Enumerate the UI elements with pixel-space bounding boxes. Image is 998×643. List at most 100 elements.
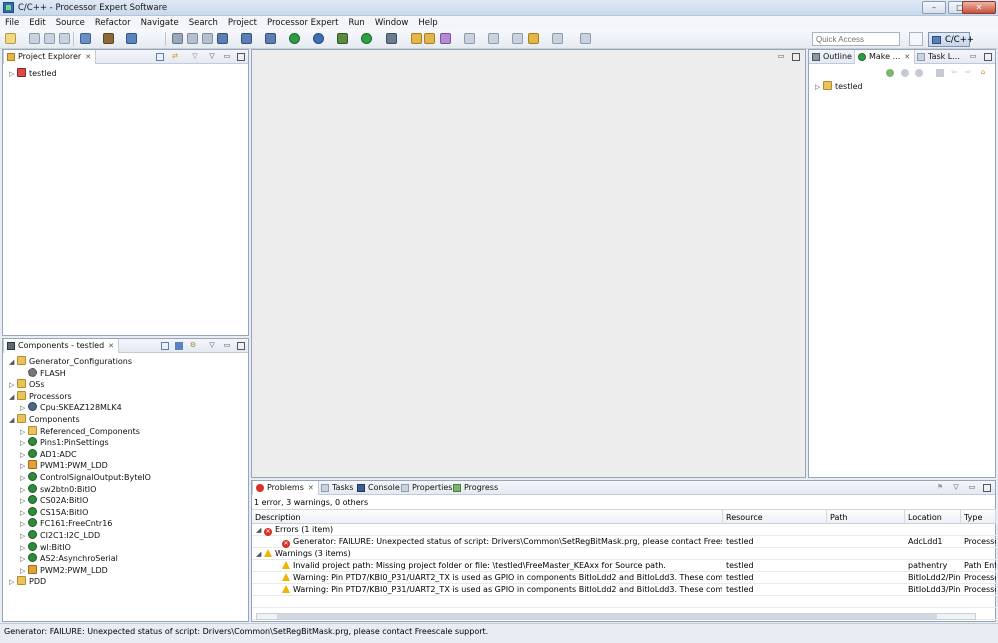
twisty-icon[interactable]: ◢ (9, 358, 17, 366)
save-all-icon[interactable] (44, 33, 55, 44)
new-target-icon[interactable] (886, 69, 894, 77)
tree-item[interactable]: ◢ Generator_Configurations (9, 356, 132, 368)
tab-problems[interactable]: Problems ✕ (252, 481, 319, 495)
filter-icon[interactable]: ▽ (191, 53, 199, 61)
nav-back-icon[interactable]: ⇦ (950, 69, 958, 77)
scrollbar-thumb[interactable] (277, 614, 937, 619)
run-icon[interactable] (361, 33, 372, 44)
menu-run[interactable]: Run (344, 16, 370, 28)
twisty-icon[interactable]: ▷ (20, 451, 28, 459)
delete-target-icon[interactable] (936, 69, 944, 77)
tree-item[interactable]: ▷ CS02A:BitIO (20, 495, 88, 507)
problem-group-row[interactable]: ◢ Warnings (3 items) (252, 548, 996, 560)
problem-group-row[interactable]: ◢ ✕ Errors (1 item) (252, 524, 996, 536)
problem-row[interactable]: Warning: Pin PTD7/KBI0_P31/UART2_TX is u… (252, 572, 996, 584)
tab-make-targets[interactable]: Make ... ✕ (854, 50, 916, 64)
new-icon[interactable] (5, 33, 16, 44)
column-type[interactable]: Type (961, 510, 996, 524)
skip-breakpoints-icon[interactable] (172, 33, 183, 44)
menu-navigate[interactable]: Navigate (136, 16, 184, 28)
column-location[interactable]: Location (905, 510, 961, 524)
view-menu-icon[interactable]: ▽ (208, 342, 216, 350)
tree-item[interactable]: ▷ ControlSignalOutput:ByteIO (20, 472, 151, 484)
maximize-view-icon[interactable] (237, 53, 245, 61)
expand-icon[interactable]: ▷ (815, 83, 823, 91)
twisty-icon[interactable]: ▷ (9, 578, 17, 586)
quick-access-input[interactable] (812, 32, 900, 46)
tree-item[interactable]: ▷ Referenced_Components (20, 425, 140, 438)
tree-item[interactable]: ▷ AS2:AsynchroSerial (20, 553, 118, 565)
twisty-icon[interactable]: ▷ (20, 532, 28, 540)
minimize-view-icon[interactable]: ▭ (968, 484, 976, 492)
twisty-icon[interactable]: ▷ (20, 509, 28, 517)
tree-item[interactable]: ▷ FC161:FreeCntr16 (20, 518, 112, 530)
twisty-icon[interactable]: ▷ (20, 474, 28, 482)
minimize-button[interactable]: – (922, 1, 946, 14)
tab-properties[interactable]: Properties (398, 481, 456, 495)
filter-icon[interactable]: ⚑ (936, 484, 944, 492)
view-menu-icon[interactable]: ▽ (208, 53, 216, 61)
tree-item[interactable]: ▷ OSs (9, 379, 45, 391)
search-icon[interactable] (289, 33, 300, 44)
minimize-view-icon[interactable]: ▭ (223, 53, 231, 61)
tab-progress[interactable]: Progress (450, 481, 502, 495)
menu-search[interactable]: Search (184, 16, 223, 28)
last-edit-icon[interactable] (512, 33, 523, 44)
tree-item[interactable]: ▷ testled (9, 68, 57, 80)
menu-project[interactable]: Project (223, 16, 262, 28)
close-icon[interactable]: ✕ (308, 484, 314, 492)
tree-item[interactable]: ▷ testled (815, 81, 863, 93)
perspective-button[interactable]: C/C++ (928, 32, 974, 47)
open-project-icon[interactable] (424, 33, 435, 44)
build-icon[interactable] (103, 33, 114, 44)
tab-console[interactable]: Console (354, 481, 404, 495)
tree-item[interactable]: ▷ sw2btn0:BitIO (20, 483, 96, 496)
print-icon[interactable] (59, 33, 70, 44)
tab-tasks[interactable]: Tasks (318, 481, 357, 495)
collapse-icon[interactable]: ◢ (256, 550, 264, 558)
collapse-all-icon[interactable] (161, 342, 169, 350)
open-folder-icon[interactable] (411, 33, 422, 44)
tree-item[interactable]: ▷ PWM1:PWM_LDD (20, 460, 108, 472)
hierarchy-icon[interactable] (202, 33, 213, 44)
tab-outline[interactable]: Outline (809, 50, 856, 64)
close-icon[interactable]: ✕ (904, 53, 910, 61)
minimize-editor-icon[interactable]: ▭ (777, 53, 785, 61)
twisty-icon[interactable]: ▷ (20, 462, 28, 470)
menu-help[interactable]: Help (413, 16, 442, 28)
twisty-icon[interactable]: ▷ (20, 544, 28, 552)
open-perspective-icon[interactable] (909, 32, 923, 46)
forward-icon[interactable] (552, 33, 563, 44)
expand-icon[interactable]: ▷ (9, 70, 17, 78)
external-tools-icon[interactable] (386, 33, 397, 44)
tree-item[interactable]: ▷ CI2C1:I2C_LDD (20, 530, 100, 542)
menu-processor-expert[interactable]: Processor Expert (262, 16, 344, 28)
close-icon[interactable]: ✕ (85, 53, 91, 61)
save-icon[interactable] (29, 33, 40, 44)
problem-row[interactable]: ✕ Generator: FAILURE: Unexpected status o… (252, 536, 996, 548)
collapse-all-icon[interactable] (156, 53, 164, 61)
view-menu-icon[interactable]: ▽ (952, 484, 960, 492)
edit-target-icon[interactable] (915, 69, 923, 77)
tree-item[interactable]: ▷ Pins1:PinSettings (20, 437, 109, 449)
debug-icon[interactable] (337, 33, 348, 44)
maximize-view-icon[interactable] (984, 53, 992, 61)
menu-file[interactable]: File (0, 16, 24, 28)
twisty-icon[interactable]: ▷ (20, 439, 28, 447)
close-button[interactable]: ✕ (962, 1, 996, 14)
new-class-icon[interactable] (217, 33, 228, 44)
twisty-icon[interactable]: ▷ (20, 567, 28, 575)
twisty-icon[interactable]: ▷ (20, 404, 28, 412)
tab-task-list[interactable]: Task L... (914, 50, 964, 64)
web-icon[interactable] (313, 33, 324, 44)
back-icon[interactable] (528, 33, 539, 44)
twisty-icon[interactable]: ▷ (9, 381, 17, 389)
tree-item[interactable]: ◢ Components (9, 414, 80, 426)
twisty-icon[interactable]: ▷ (20, 555, 28, 563)
maximize-view-icon[interactable] (983, 484, 991, 492)
twisty-icon[interactable]: ◢ (9, 416, 17, 424)
collapse-icon[interactable]: ◢ (256, 526, 264, 534)
tab-components[interactable]: Components - testled ✕ (3, 339, 120, 353)
marker-icon[interactable] (440, 33, 451, 44)
minimize-view-icon[interactable]: ▭ (223, 342, 231, 350)
